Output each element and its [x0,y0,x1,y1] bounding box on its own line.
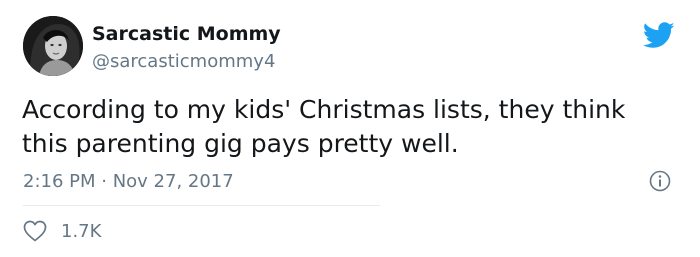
heart-icon [23,220,47,242]
embedded-tweet: Sarcastic Mommy @sarcasticmommy4 Accordi… [0,0,700,257]
tweet-timestamp[interactable]: 2:16 PM · Nov 27, 2017 [23,171,234,192]
like-button[interactable]: 1.7K [23,218,101,244]
avatar[interactable] [23,16,83,76]
avatar-image [23,16,83,76]
tweet-text: According to my kids' Christmas lists, t… [22,95,626,158]
info-icon[interactable] [649,170,671,192]
divider [23,205,380,206]
twitter-bird-icon[interactable] [643,22,675,49]
author-handle[interactable]: @sarcasticmommy4 [92,51,275,72]
like-count: 1.7K [61,220,102,242]
author-display-name[interactable]: Sarcastic Mommy [92,23,281,45]
